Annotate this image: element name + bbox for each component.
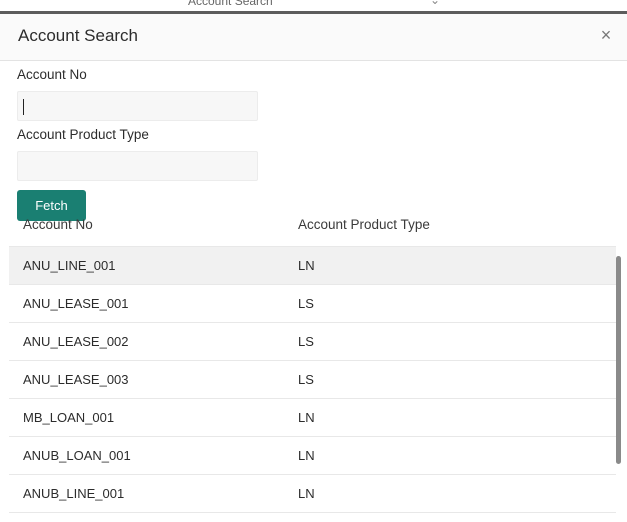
- search-form: Account No Account Product Type Fetch: [0, 67, 627, 221]
- cell-account-no: ANUB_LOAN_001: [23, 448, 131, 463]
- account-no-label: Account No: [17, 67, 87, 82]
- table-row[interactable]: ANU_LINE_001 LN: [9, 246, 616, 285]
- modal-title: Account Search: [18, 26, 139, 45]
- text-caret: [23, 99, 24, 115]
- results-table: Account No Account Product Type ANU_LINE…: [9, 212, 616, 513]
- cell-product-type: LN: [298, 258, 315, 273]
- cell-account-no: ANU_LEASE_001: [23, 296, 129, 311]
- cell-account-no: ANUB_LINE_001: [23, 486, 125, 501]
- cell-product-type: LN: [298, 486, 315, 501]
- account-product-type-input[interactable]: [17, 151, 258, 181]
- cell-product-type: LN: [298, 410, 315, 425]
- cell-product-type: LS: [298, 296, 314, 311]
- table-row[interactable]: ANU_LEASE_002 LS: [9, 323, 616, 361]
- account-product-type-label: Account Product Type: [17, 127, 149, 142]
- account-no-input[interactable]: [17, 91, 258, 121]
- chevron-down-icon: ⌄: [430, 0, 441, 7]
- modal-header: Account Search ×: [0, 14, 627, 61]
- table-header: Account No Account Product Type: [9, 212, 616, 246]
- cell-account-no: MB_LOAN_001: [23, 410, 115, 425]
- background-title: Account Search: [188, 0, 273, 8]
- table-scrollbar[interactable]: [616, 256, 621, 464]
- header-account-no: Account No: [23, 217, 93, 232]
- table-row[interactable]: ANU_LEASE_003 LS: [9, 361, 616, 399]
- table-row[interactable]: MB_LOAN_001 LN: [9, 399, 616, 437]
- cell-product-type: LS: [298, 334, 314, 349]
- table-row[interactable]: ANUB_LOAN_001 LN: [9, 437, 616, 475]
- cell-product-type: LN: [298, 448, 315, 463]
- cell-account-no: ANU_LEASE_003: [23, 372, 129, 387]
- table-row[interactable]: ANU_LEASE_001 LS: [9, 285, 616, 323]
- header-account-product-type: Account Product Type: [298, 217, 430, 232]
- close-icon[interactable]: ×: [597, 26, 615, 44]
- table-row[interactable]: ANUB_LINE_001 LN: [9, 475, 616, 513]
- cell-product-type: LS: [298, 372, 314, 387]
- cell-account-no: ANU_LINE_001: [23, 258, 116, 273]
- cell-account-no: ANU_LEASE_002: [23, 334, 129, 349]
